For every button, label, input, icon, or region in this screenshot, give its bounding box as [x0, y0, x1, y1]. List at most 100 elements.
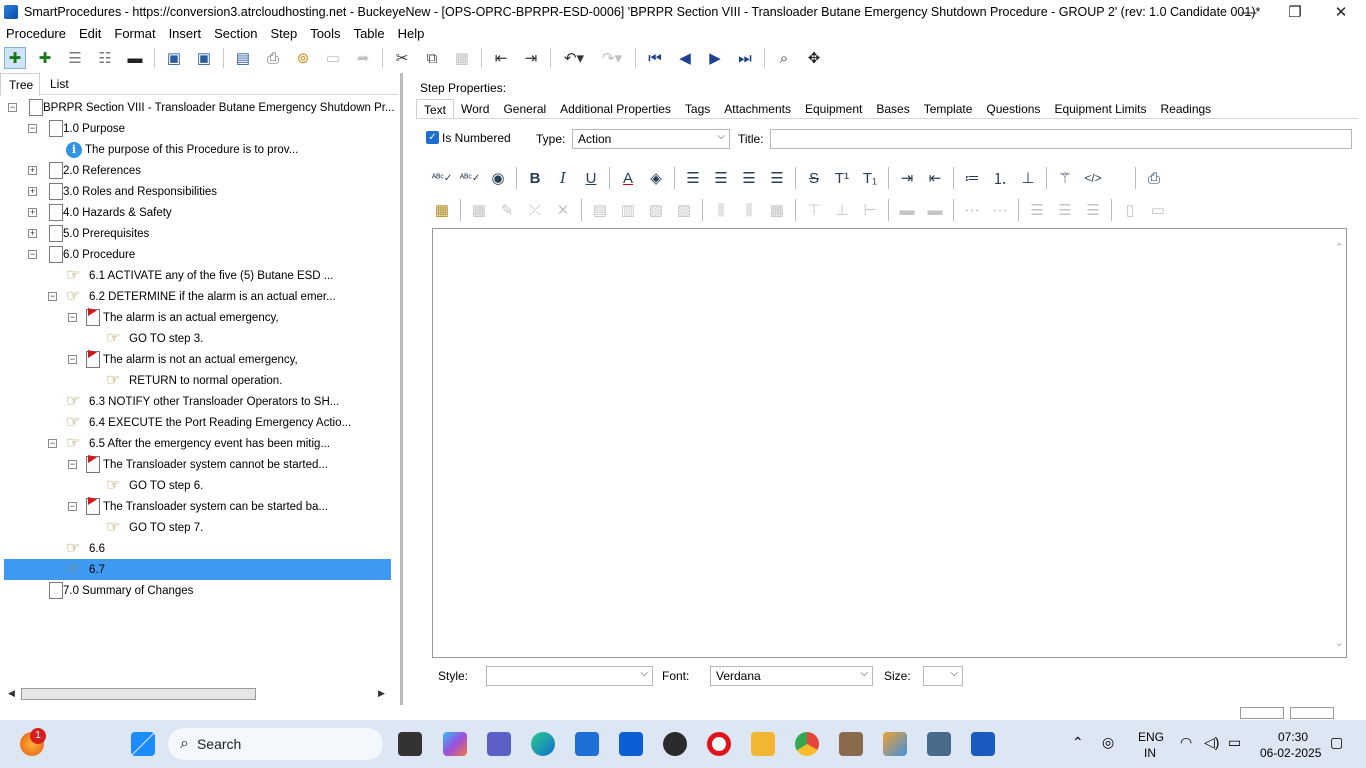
last-icon[interactable]: ⏭: [734, 47, 756, 69]
merge-row-icon[interactable]: ⋯: [962, 200, 982, 220]
tree-step[interactable]: ☞ 6.6: [66, 538, 105, 559]
remote-desktop-icon[interactable]: [927, 732, 951, 756]
tree-step[interactable]: ☞ 6.2 DETERMINE if the alarm is an actual…: [66, 286, 336, 307]
chrome-icon[interactable]: [795, 732, 819, 756]
app-icon-generic[interactable]: [839, 732, 863, 756]
file-explorer-icon[interactable]: [751, 732, 775, 756]
tree-step[interactable]: ☞ 6.4 EXECUTE the Port Reading Emergency …: [66, 412, 351, 433]
add-substep-icon[interactable]: ✚: [34, 47, 56, 69]
opera-icon[interactable]: [707, 732, 731, 756]
valign-top-icon[interactable]: ☰: [1027, 200, 1047, 220]
menu-section[interactable]: Section: [214, 26, 257, 41]
tree-step[interactable]: ☞ 6.3 NOTIFY other Transloader Operators …: [66, 391, 339, 412]
subscript-icon[interactable]: T₁: [860, 168, 880, 188]
next-icon[interactable]: ▶: [704, 47, 726, 69]
indent-icon[interactable]: ⇥: [520, 47, 542, 69]
insert-row-above-icon[interactable]: ⊤: [804, 200, 824, 220]
collapse-toggle[interactable]: −: [68, 460, 77, 469]
tab-bases[interactable]: Bases: [869, 99, 916, 119]
windows-start-icon[interactable]: [131, 732, 155, 756]
tree-section[interactable]: 2.0 References: [45, 160, 141, 182]
decrease-indent-icon[interactable]: ⇤: [925, 168, 945, 188]
task-view-icon[interactable]: [398, 732, 422, 756]
tab-template[interactable]: Template: [917, 99, 980, 119]
bullet-list-icon[interactable]: ≔: [962, 168, 982, 188]
tree-section[interactable]: 6.0 Procedure: [45, 244, 135, 266]
language-code[interactable]: ENG: [1138, 730, 1164, 744]
title-input[interactable]: [770, 129, 1352, 149]
word-icon[interactable]: [971, 732, 995, 756]
delete-icon[interactable]: ▬: [124, 47, 146, 69]
bold-icon[interactable]: B: [525, 168, 545, 188]
split-cells-icon[interactable]: ▬: [925, 200, 945, 220]
step-text-editor[interactable]: ⌃ ⌄: [432, 228, 1347, 658]
tree-section[interactable]: 3.0 Roles and Responsibilities: [45, 181, 217, 203]
minimize-button[interactable]: —: [1226, 0, 1272, 24]
style-select[interactable]: ⌵: [486, 666, 653, 686]
tree-substep[interactable]: ☞ GO TO step 6.: [106, 475, 203, 496]
wifi-icon[interactable]: ◠: [1180, 734, 1192, 751]
tree-substep[interactable]: ☞ GO TO step 3.: [106, 328, 203, 349]
tree-section[interactable]: 5.0 Prerequisites: [45, 223, 149, 245]
find-icon[interactable]: ⌕: [773, 47, 795, 69]
collapse-toggle[interactable]: −: [68, 502, 77, 511]
type-select[interactable]: Action ⌵: [572, 129, 730, 149]
column-width-icon[interactable]: ▯: [1120, 200, 1140, 220]
tab-readings[interactable]: Readings: [1153, 99, 1218, 119]
paste-icon[interactable]: ▦: [451, 47, 473, 69]
insert-col-left-icon[interactable]: ⫼: [711, 200, 731, 220]
delete-row-icon[interactable]: ⊢: [860, 200, 880, 220]
print-icon[interactable]: ⎙: [262, 47, 284, 69]
battery-icon[interactable]: ▭: [1228, 734, 1241, 751]
network-status-icon[interactable]: ◎: [1102, 734, 1114, 751]
tree-condition[interactable]: The Transloader system cannot be started…: [86, 454, 328, 475]
expand-toggle[interactable]: +: [28, 229, 37, 238]
tab-tags[interactable]: Tags: [678, 99, 717, 119]
menu-format[interactable]: Format: [114, 26, 155, 41]
numbered-list-icon[interactable]: ⒈: [990, 168, 1010, 188]
strikethrough-icon[interactable]: S: [804, 168, 824, 188]
move-icon[interactable]: ✥: [803, 47, 825, 69]
font-color-icon[interactable]: A: [618, 168, 638, 188]
tree-condition[interactable]: The Transloader system can be started ba…: [86, 496, 328, 517]
scroll-down-icon[interactable]: ⌄: [1335, 636, 1344, 649]
volume-icon[interactable]: ◁): [1204, 734, 1219, 751]
tree-condition[interactable]: The alarm is an actual emergency,: [86, 307, 279, 328]
tree-section[interactable]: 1.0 Purpose: [45, 118, 125, 140]
cut-icon[interactable]: ✂: [391, 47, 413, 69]
copilot-icon[interactable]: [443, 732, 467, 756]
tab-additional-properties[interactable]: Additional Properties: [553, 99, 678, 119]
cell-props-icon[interactable]: ▤: [590, 200, 610, 220]
copy-icon[interactable]: ⧉: [421, 47, 443, 69]
table-split-icon[interactable]: ⤫: [525, 200, 545, 220]
notifications-icon[interactable]: ▢: [1330, 734, 1343, 751]
save-as-icon[interactable]: ▣: [193, 47, 215, 69]
insert-col-right-icon[interactable]: ⫼: [739, 200, 759, 220]
table-delete-icon[interactable]: ✕: [553, 200, 573, 220]
increase-indent-icon[interactable]: ⇥: [897, 168, 917, 188]
close-button[interactable]: ✕: [1318, 0, 1364, 24]
valign-bottom-icon[interactable]: ☰: [1083, 200, 1103, 220]
restore-button[interactable]: ❐: [1272, 0, 1318, 24]
menu-table[interactable]: Table: [354, 26, 385, 41]
edge-icon[interactable]: [531, 732, 555, 756]
insert-row-below-icon[interactable]: ⊥: [832, 200, 852, 220]
scrollbar-thumb[interactable]: [21, 688, 256, 700]
menu-help[interactable]: Help: [398, 26, 425, 41]
align-left-icon[interactable]: ☰: [683, 168, 703, 188]
insert-table-icon[interactable]: ▦: [432, 200, 452, 220]
superscript-icon[interactable]: T¹: [832, 168, 852, 188]
collapse-toggle[interactable]: −: [68, 313, 77, 322]
tree-substep[interactable]: ☞ RETURN to normal operation.: [106, 370, 282, 391]
tab-attachments[interactable]: Attachments: [717, 99, 798, 119]
panel-splitter[interactable]: [400, 73, 403, 705]
save-icon[interactable]: ▣: [163, 47, 185, 69]
justify-icon[interactable]: ☰: [767, 168, 787, 188]
first-icon[interactable]: ⏮: [644, 47, 666, 69]
dell-icon[interactable]: [663, 732, 687, 756]
outdent-icon[interactable]: ⇤: [490, 47, 512, 69]
magic-wand-icon[interactable]: ⚚: [1055, 168, 1075, 188]
align-right-icon[interactable]: ☰: [739, 168, 759, 188]
redo-icon[interactable]: ↷▾: [597, 47, 627, 69]
tree-step[interactable]: ☞ 6.7: [4, 559, 391, 580]
